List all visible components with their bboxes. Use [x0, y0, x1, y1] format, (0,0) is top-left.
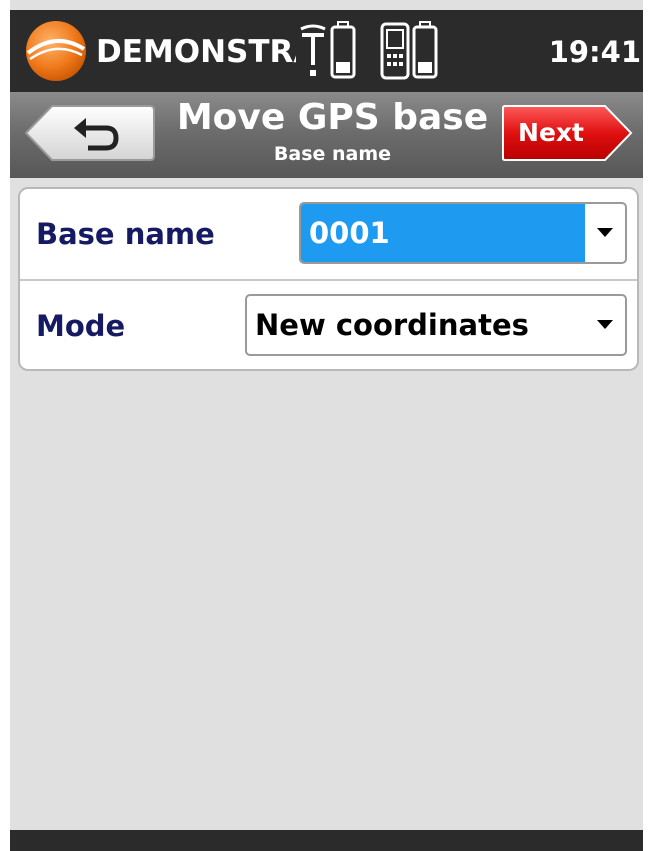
- base-name-label: Base name: [36, 217, 215, 251]
- screen-title: Move GPS base: [176, 97, 489, 138]
- next-button-label: Next: [518, 118, 584, 147]
- base-name-dropdown[interactable]: 0001: [299, 202, 627, 264]
- form-panel: Base name 0001 Mode New coordinates: [18, 187, 639, 371]
- base-name-value: 0001: [301, 204, 585, 262]
- back-arrow-icon: [24, 105, 155, 161]
- chevron-down-icon: [597, 320, 613, 329]
- title-bar: Move GPS base Base name Next: [10, 92, 643, 178]
- controller-icon: [380, 22, 410, 80]
- controller-battery-icon: [412, 21, 438, 79]
- app-name: DEMONSTRACJA: [96, 34, 296, 70]
- base-name-row: Base name 0001: [20, 189, 637, 281]
- logo-icon: [26, 21, 86, 81]
- device-screen: DEMONSTRACJA 19:41: [10, 0, 643, 851]
- mode-value: New coordinates: [255, 308, 529, 342]
- next-button[interactable]: Next: [501, 104, 633, 162]
- status-bar: DEMONSTRACJA 19:41: [10, 10, 643, 92]
- screen-subtitle: Base name: [273, 143, 392, 165]
- bottom-bar: [10, 830, 643, 851]
- chevron-down-icon: [597, 228, 613, 237]
- antenna-battery-icon: [330, 21, 356, 79]
- clock: 19:41: [548, 35, 641, 69]
- gps-antenna-icon: [300, 24, 326, 76]
- mode-label: Mode: [36, 309, 126, 343]
- back-button[interactable]: [24, 104, 156, 162]
- mode-dropdown[interactable]: New coordinates: [245, 294, 627, 356]
- mode-row: Mode New coordinates: [20, 281, 637, 369]
